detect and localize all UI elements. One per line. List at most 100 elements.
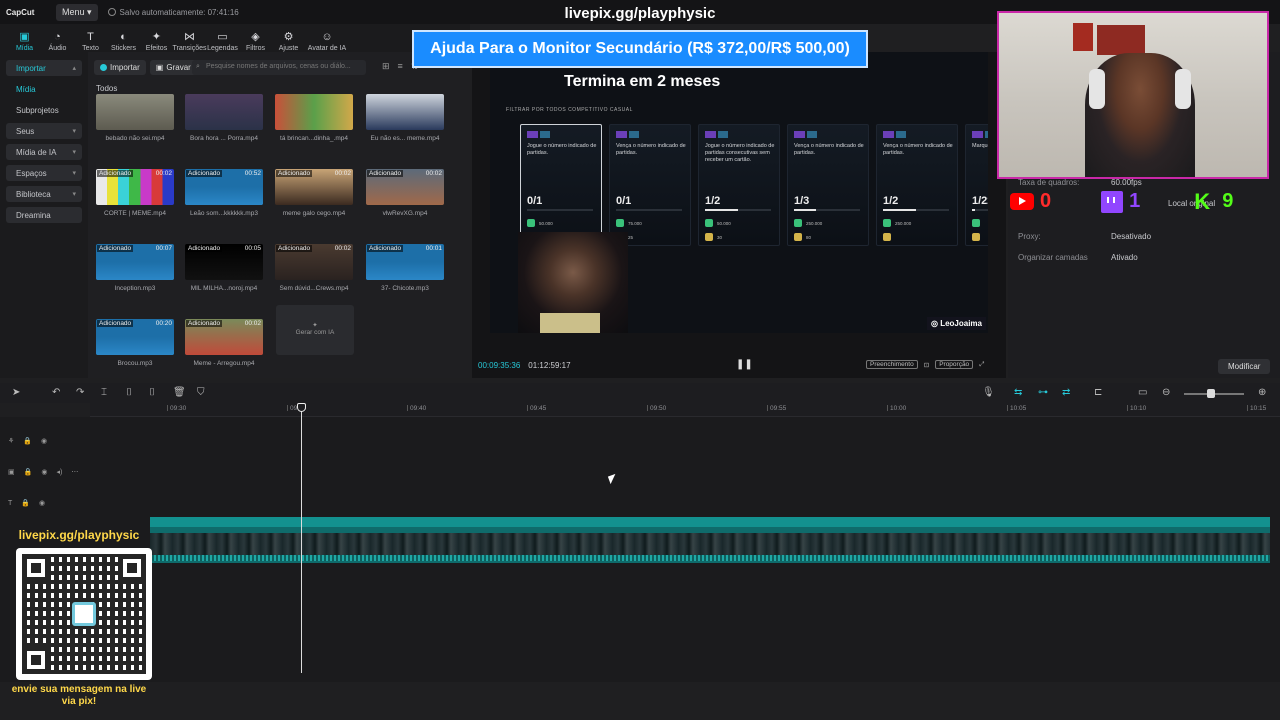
- timeline-ruler[interactable]: 09:3009:3509:4009:4509:5009:5510:0010:05…: [90, 403, 1280, 417]
- nav-library[interactable]: Biblioteca ▾: [6, 186, 82, 202]
- tab-captions[interactable]: ▭ Legendas: [206, 26, 239, 53]
- prop-layers-value[interactable]: Ativado: [1111, 253, 1138, 262]
- record-button[interactable]: ▣ Gravar: [149, 60, 197, 75]
- media-item[interactable]: Adicionado 00:07 Inception.mp3: [96, 244, 174, 292]
- snap-icon[interactable]: ⇄: [1062, 387, 1070, 398]
- tab-ai-avatar[interactable]: ☺ Avatar de IA: [305, 26, 349, 53]
- lock-icon[interactable]: 🔒: [24, 468, 33, 476]
- lock-icon[interactable]: 🔒: [23, 437, 32, 445]
- menu-button[interactable]: Menu ▾: [56, 3, 98, 21]
- speaker-icon[interactable]: ◂): [56, 468, 62, 476]
- nav-label: Biblioteca: [16, 189, 51, 199]
- tab-effects[interactable]: ✦ Efeitos: [140, 26, 173, 53]
- timeline-toolbar: ➤ ↶ ↷ ⌶ ⌷ ⌷ 🗑 ⛉ 🎙 ⇆ ⊶ ⇄ ⊏ ▭ ⊖ ⊕: [0, 383, 1280, 403]
- undo-icon[interactable]: ↶: [52, 387, 60, 398]
- delete-icon[interactable]: 🗑: [173, 387, 186, 398]
- fullscreen-icon[interactable]: ⤢: [979, 361, 984, 369]
- microphone-icon[interactable]: 🎙: [982, 387, 995, 398]
- nav-ai-media[interactable]: Mídia de IA ▾: [6, 144, 82, 160]
- waveform: [366, 262, 444, 280]
- sort-icon[interactable]: ≡: [398, 61, 411, 71]
- challenge-card: Vença o número indicado de partidas. 1/3 2…: [787, 124, 869, 246]
- nav-subprojects[interactable]: Subprojetos: [6, 102, 82, 118]
- trim-left-icon[interactable]: ⌷: [126, 387, 132, 398]
- media-item[interactable]: Adicionado 00:20 Brocou.mp3: [96, 319, 174, 367]
- watermark-text: LeoJoaima: [940, 319, 982, 328]
- audio-thumbnail: Adicionado 00:52: [185, 169, 263, 205]
- pause-button[interactable]: ❚❚: [736, 359, 753, 370]
- donation-goal-banner: Ajuda Para o Monitor Secundário (R$ 372,…: [412, 30, 868, 68]
- zoom-slider-handle[interactable]: [1207, 389, 1215, 398]
- media-item[interactable]: Bora hora ... Porra.mp4: [185, 94, 263, 142]
- tab-media[interactable]: ▣ Mídia: [8, 26, 41, 53]
- marker-icon[interactable]: ⛉: [197, 387, 205, 398]
- nav-import[interactable]: Importar ▴: [6, 60, 82, 76]
- tab-text[interactable]: T Texto: [74, 26, 107, 53]
- modify-button[interactable]: Modificar: [1218, 359, 1271, 374]
- generate-ai-button[interactable]: ✦ Gerar com IA: [276, 305, 354, 355]
- media-item[interactable]: Eu não es... meme.mp4: [366, 94, 444, 142]
- card-tag: [972, 131, 983, 138]
- import-button[interactable]: Importar: [94, 60, 146, 75]
- eye-icon[interactable]: ◉: [39, 499, 45, 507]
- card-description: Jogue o número indicado de partidas cons…: [705, 143, 775, 163]
- video-thumbnail: Adicionado 00:02: [275, 169, 353, 205]
- eye-icon[interactable]: ◉: [41, 468, 47, 476]
- captions-track-icon[interactable]: ▭: [1138, 387, 1147, 398]
- card-progress-bar: [883, 209, 949, 211]
- playhead[interactable]: [301, 405, 302, 673]
- split-icon[interactable]: ⌶: [101, 387, 107, 398]
- clip-thumbnails: [150, 533, 1270, 555]
- transitions-icon: ⋈: [184, 31, 195, 43]
- media-item[interactable]: Adicionado 00:02 Meme - Arregou.mp4: [185, 319, 263, 367]
- zoom-in-icon[interactable]: ⊕: [1258, 387, 1266, 398]
- lock-icon[interactable]: 🔒: [21, 499, 30, 507]
- prop-proxy-value[interactable]: Desativado: [1111, 232, 1151, 241]
- media-item[interactable]: Adicionado 00:01 37- Chicote.mp3: [366, 244, 444, 292]
- media-item[interactable]: Adicionado 00:02 Sem dúvid...Crews.mp4: [275, 244, 353, 292]
- added-badge: Adicionado: [276, 245, 313, 252]
- media-item[interactable]: Adicionado 00:02 CORTE | MEME.mp4: [96, 169, 174, 217]
- card-tag: [806, 131, 818, 138]
- media-item[interactable]: tá brincan...dinha_.mp4: [275, 94, 353, 142]
- link-icon[interactable]: ⇆: [1014, 387, 1022, 398]
- eye-icon[interactable]: ◉: [41, 437, 47, 445]
- nav-media[interactable]: Mídia: [6, 81, 82, 97]
- video-viewer[interactable]: FILTRAR POR TODOS COMPETITIVO CASUAL Jog…: [490, 52, 988, 333]
- reward-value: 50.000: [717, 221, 731, 226]
- media-item[interactable]: bebado não sei.mp4: [96, 94, 174, 142]
- media-item[interactable]: Adicionado 00:02 vlwRevXG.mp4: [366, 169, 444, 217]
- media-item[interactable]: Adicionado 00:05 MIL MILHÃ...noroj.mp4: [185, 244, 263, 292]
- select-tool-icon[interactable]: ➤: [12, 387, 20, 398]
- card-progress-bar: [705, 209, 771, 211]
- preview-axis-icon[interactable]: ⊏: [1094, 387, 1102, 398]
- search-input[interactable]: ⌕ Pesquise nomes de arquivos, cenas ou di…: [192, 60, 366, 75]
- tab-transitions[interactable]: ⋈ Transições: [173, 26, 207, 53]
- tab-adjust[interactable]: ⚙ Ajuste: [272, 26, 305, 53]
- nav-spaces[interactable]: Espaços ▾: [6, 165, 82, 181]
- more-icon[interactable]: ⋯: [71, 468, 78, 476]
- coin-icon: [794, 233, 802, 241]
- media-item[interactable]: Adicionado 00:52 Leão som...kkkkkk.mp3: [185, 169, 263, 217]
- card-description: Vença o número indicado de partidas.: [883, 143, 953, 156]
- redo-icon[interactable]: ↷: [76, 387, 84, 398]
- tab-stickers[interactable]: ◐ Stickers: [107, 26, 140, 53]
- coin-icon: [883, 233, 891, 241]
- media-item[interactable]: Adicionado 00:02 meme galo cego.mp4: [275, 169, 353, 217]
- main-video-clip[interactable]: [150, 517, 1270, 563]
- trim-right-icon[interactable]: ⌷: [149, 387, 155, 398]
- fill-button[interactable]: Preenchimento: [866, 360, 918, 369]
- nav-yours[interactable]: Seus ▾: [6, 123, 82, 139]
- webcam-overlay: [997, 11, 1269, 179]
- video-thumbnail: [275, 94, 353, 130]
- tab-filters[interactable]: ◈ Filtros: [239, 26, 272, 53]
- crop-icon[interactable]: ⊡: [924, 361, 929, 369]
- ratio-button[interactable]: Proporção: [935, 360, 974, 369]
- grid-view-icon[interactable]: ⊞: [382, 61, 398, 71]
- magnet-icon[interactable]: ⊶: [1038, 387, 1048, 398]
- youtube-icon: [1010, 193, 1034, 210]
- zoom-out-icon[interactable]: ⊖: [1162, 387, 1170, 398]
- nav-dreamina[interactable]: Dreamina: [6, 207, 82, 223]
- playhead-handle[interactable]: [297, 403, 306, 412]
- tab-audio[interactable]: ◔ Áudio: [41, 26, 74, 53]
